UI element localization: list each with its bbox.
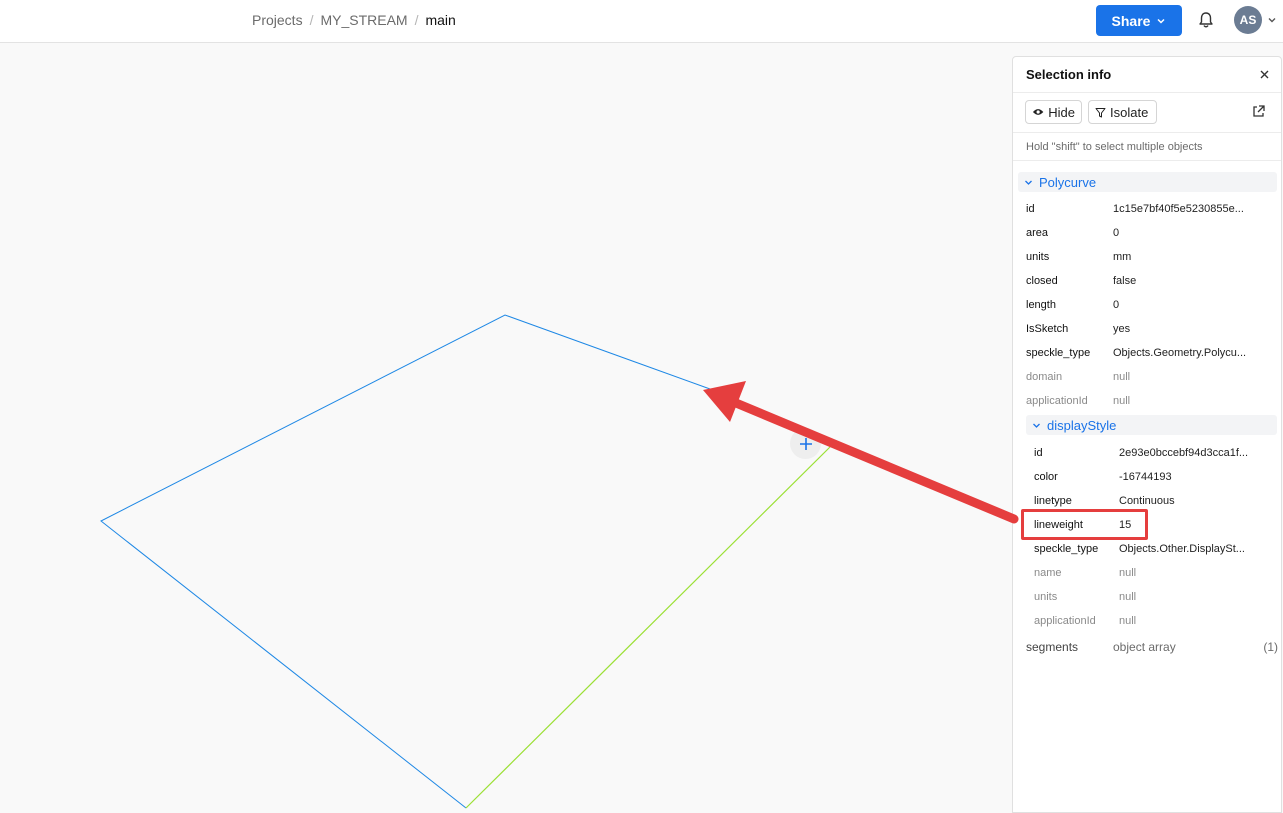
hide-button-label: Hide <box>1048 104 1075 120</box>
breadcrumb-separator: / <box>309 12 314 28</box>
property-row: id 1c15e7bf40f5e5230855e... <box>1026 203 1244 215</box>
property-row: length 0 <box>1026 299 1120 311</box>
hide-button[interactable]: Hide <box>1025 100 1082 124</box>
property-row: id 2e93e0bccebf94d3cca1f... <box>1034 447 1249 459</box>
property-row: units null <box>1034 591 1137 603</box>
property-row: applicationId null <box>1034 615 1137 627</box>
chevron-down-icon <box>1033 423 1040 428</box>
property-row: speckle_type Objects.Geometry.Polycu... <box>1026 347 1247 359</box>
group-display-style[interactable]: displayStyle <box>1026 415 1277 435</box>
group-label: displayStyle <box>1047 417 1117 433</box>
top-bar: Projects / MY_STREAM / main Share AS <box>0 0 1283 43</box>
panel-title: Selection info <box>1026 67 1112 82</box>
isolate-button-label: Isolate <box>1110 104 1149 120</box>
filter-icon <box>1095 107 1106 117</box>
add-button[interactable] <box>790 428 821 459</box>
eye-icon <box>1032 109 1044 115</box>
chevron-down-icon[interactable] <box>1267 15 1277 25</box>
bell-icon[interactable] <box>1196 10 1216 30</box>
group-label: Polycurve <box>1039 174 1097 190</box>
hint-bar: Hold "shift" to select multiple objects <box>1013 132 1281 161</box>
avatar[interactable]: AS <box>1234 6 1262 34</box>
property-row: domain null <box>1026 371 1131 383</box>
breadcrumb-branch[interactable]: main <box>425 12 455 28</box>
polycurve-green[interactable] <box>465 446 831 809</box>
property-row: IsSketch yes <box>1026 323 1131 335</box>
property-row: applicationId null <box>1026 395 1131 407</box>
breadcrumb: Projects / MY_STREAM / main <box>252 12 456 28</box>
share-button-label: Share <box>1111 12 1151 29</box>
breadcrumb-stream[interactable]: MY_STREAM <box>320 12 407 28</box>
breadcrumb-projects[interactable]: Projects <box>252 12 303 28</box>
property-row: name null <box>1034 567 1137 579</box>
property-row: linetype Continuous <box>1034 495 1175 507</box>
property-row: units mm <box>1026 251 1132 263</box>
chevron-down-icon <box>1157 18 1165 24</box>
close-icon[interactable] <box>1259 69 1270 80</box>
panel-header: Selection info <box>1013 57 1281 93</box>
segments-row[interactable]: segments object array (1) <box>1026 640 1278 654</box>
property-row: closed false <box>1026 275 1137 287</box>
share-button[interactable]: Share <box>1096 5 1182 36</box>
plus-icon <box>799 437 812 450</box>
avatar-initials: AS <box>1239 13 1257 27</box>
selection-hint: Hold "shift" to select multiple objects <box>1026 141 1203 153</box>
polycurve-blue[interactable] <box>100 314 711 809</box>
isolate-button[interactable]: Isolate <box>1088 100 1157 124</box>
breadcrumb-separator: / <box>414 12 419 28</box>
property-row: area 0 <box>1026 227 1120 239</box>
external-link-icon[interactable] <box>1251 104 1266 119</box>
property-row: color -16744193 <box>1034 471 1172 483</box>
property-row: speckle_type Objects.Other.DisplaySt... <box>1034 543 1245 555</box>
chevron-down-icon <box>1025 180 1032 185</box>
highlight-box <box>1021 509 1148 540</box>
selection-info-panel: Selection info Hide Isolate Hold "shift"… <box>1012 56 1282 813</box>
group-polycurve[interactable]: Polycurve <box>1018 172 1277 192</box>
